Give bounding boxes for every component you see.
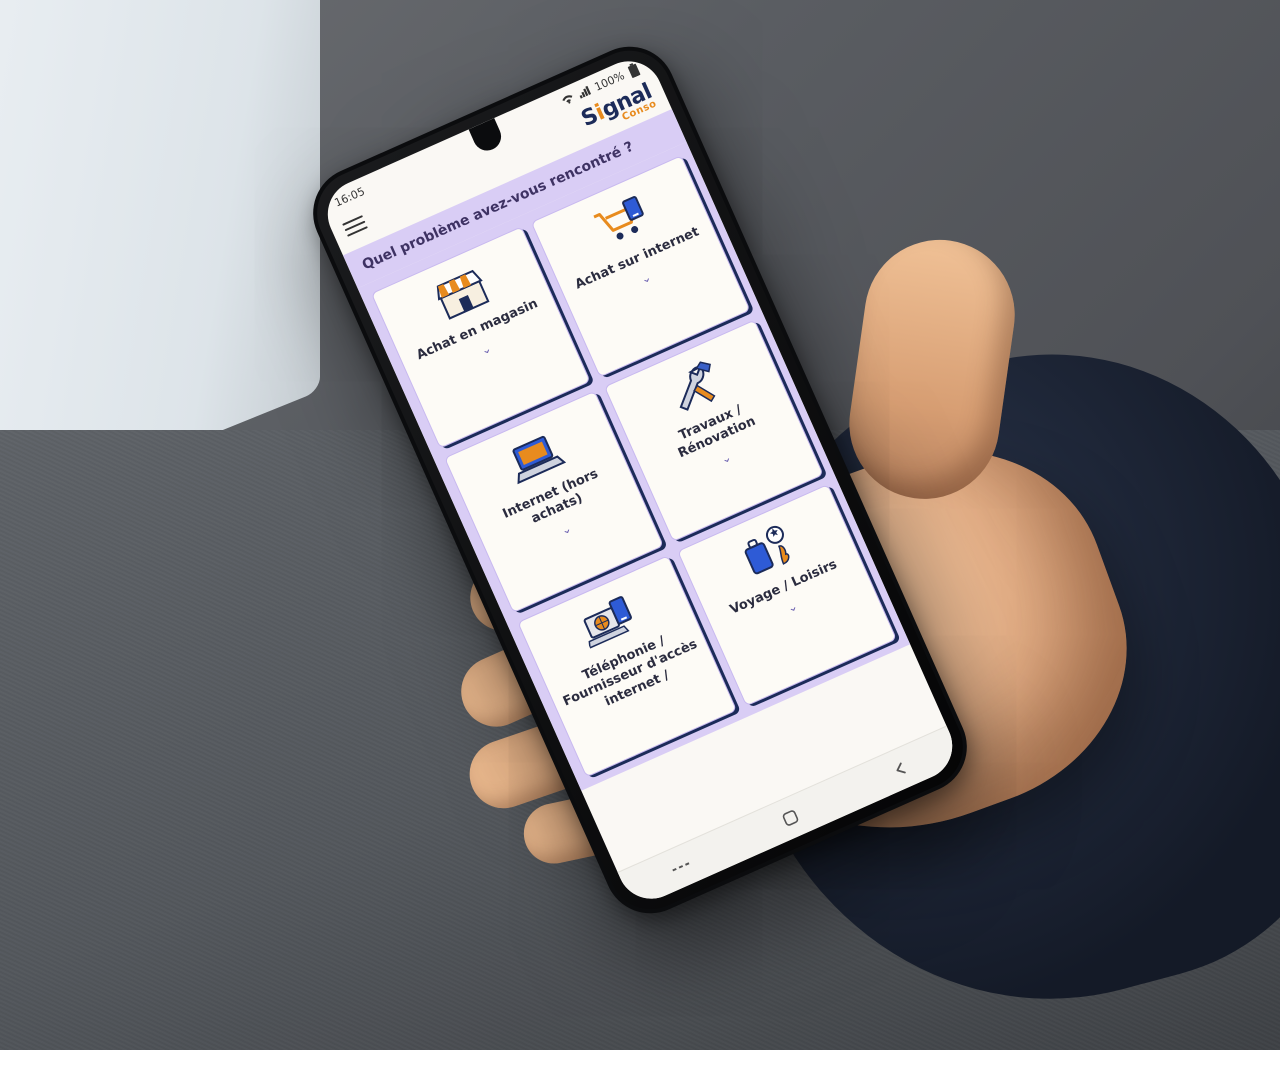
battery-icon (626, 62, 641, 79)
menu-icon[interactable] (342, 215, 368, 237)
home-button[interactable] (776, 803, 805, 832)
back-button[interactable] (886, 755, 915, 784)
recent-apps-button[interactable] (666, 852, 695, 881)
chevron-down-icon: ⌄ (559, 520, 574, 537)
signal-icon (576, 85, 591, 99)
chevron-down-icon: ⌄ (479, 341, 494, 358)
chevron-down-icon: ⌄ (639, 270, 654, 287)
chevron-down-icon: ⌄ (785, 599, 800, 616)
wifi-icon (560, 93, 575, 107)
chevron-down-icon: ⌄ (718, 449, 733, 466)
